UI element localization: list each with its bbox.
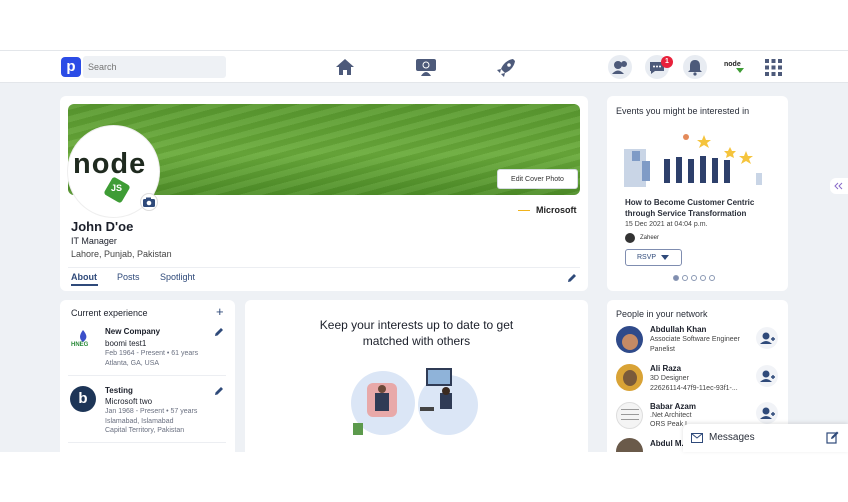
tab-about[interactable]: About — [71, 272, 97, 282]
mail-icon — [691, 433, 703, 443]
bell-icon — [688, 60, 702, 76]
app-logo[interactable]: p — [61, 57, 81, 77]
experience-role: Microsoft two — [105, 397, 153, 406]
experience-location: Atlanta, GA, USA — [105, 360, 160, 367]
active-tab-indicator — [71, 284, 98, 286]
event-date: 15 Dec 2021 at 04:04 p.m. — [625, 221, 708, 228]
experience-company: Testing — [105, 386, 133, 395]
tab-spotlight[interactable]: Spotlight — [160, 272, 195, 282]
add-experience-button[interactable]: + — [216, 304, 224, 319]
interests-message-line1: Keep your interests up to date to get — [319, 318, 514, 332]
interests-illustration — [351, 368, 478, 435]
person-title: .Net Architect — [650, 412, 692, 419]
chevron-left-icon — [834, 182, 843, 190]
add-person-icon — [760, 370, 775, 382]
person-subtitle: 22626114-47f9-11ec-93f1-... — [650, 385, 738, 392]
person-title: 3D Designer — [650, 375, 689, 382]
account-menu[interactable]: node — [722, 59, 750, 75]
events-heading: Events you might be interested in — [616, 106, 750, 116]
divider — [68, 442, 226, 443]
add-person-icon — [760, 332, 775, 344]
event-title-line1[interactable]: How to Become Customer Centric — [625, 198, 754, 207]
change-avatar-button[interactable] — [140, 193, 158, 211]
messages-bar[interactable]: Messages — [683, 424, 848, 452]
network-heading: People in your network — [616, 309, 708, 319]
person-title: Associate Software Engineer — [650, 336, 740, 343]
connect-button[interactable] — [756, 365, 778, 387]
company-logo-text: HNEG — [71, 342, 89, 348]
chevron-down-icon — [736, 68, 744, 73]
top-nav-bar: p 1 node — [0, 50, 848, 83]
experience-card — [60, 300, 235, 460]
event-banner[interactable] — [616, 121, 780, 195]
company-logo-mark — [518, 210, 530, 211]
notifications-button[interactable] — [683, 55, 707, 79]
connect-button[interactable] — [756, 402, 778, 424]
home-icon[interactable] — [334, 57, 356, 77]
people-icon — [612, 61, 627, 74]
experience-role: boomi test1 — [105, 339, 147, 348]
search-input[interactable] — [83, 56, 226, 78]
current-company: Microsoft — [536, 205, 577, 215]
divider — [68, 267, 580, 268]
experience-dates: Feb 1964 - Present • 61 years — [105, 350, 199, 357]
event-illustration — [624, 134, 762, 187]
compose-icon[interactable] — [826, 431, 839, 444]
event-host: Zaheer — [640, 235, 660, 241]
company-logo: b — [70, 386, 96, 412]
host-avatar — [625, 233, 635, 243]
flame-icon — [80, 330, 87, 342]
event-title-line2[interactable]: through Service Transformation — [625, 209, 746, 218]
person-subtitle: Panelist — [650, 346, 675, 353]
company-logo: HNEG — [70, 327, 96, 353]
person-name[interactable]: Abdullah Khan — [650, 325, 706, 334]
carousel-dot[interactable] — [709, 275, 715, 281]
tab-posts[interactable]: Posts — [117, 272, 140, 282]
profile-name: John D'oe — [71, 219, 134, 234]
person-name[interactable]: Ali Raza — [650, 364, 681, 373]
carousel-dot[interactable] — [700, 275, 706, 281]
apps-grid-icon[interactable] — [765, 59, 782, 76]
messages-label: Messages — [709, 432, 755, 443]
edit-profile-icon[interactable] — [567, 273, 577, 283]
edit-experience-icon[interactable] — [214, 327, 224, 337]
camera-icon — [143, 197, 155, 207]
avatar-logo-text: node — [73, 148, 147, 180]
add-person-icon — [760, 407, 775, 419]
rsvp-button[interactable]: RSVP — [625, 249, 682, 266]
profile-title: IT Manager — [71, 236, 117, 246]
person-avatar[interactable] — [616, 402, 643, 429]
rocket-icon[interactable] — [495, 57, 517, 77]
avatar-js-text: JS — [111, 183, 123, 193]
edit-cover-photo-button[interactable]: Edit Cover Photo — [497, 169, 578, 189]
experience-company: New Company — [105, 327, 161, 336]
person-name[interactable]: Babar Azam — [650, 402, 696, 411]
person-avatar[interactable] — [616, 364, 643, 391]
experience-location: Capital Territory, Pakistan — [105, 427, 185, 434]
carousel-dot[interactable] — [682, 275, 688, 281]
connect-button[interactable] — [756, 327, 778, 349]
community-icon[interactable] — [415, 57, 437, 77]
profile-location: Lahore, Punjab, Pakistan — [71, 249, 172, 259]
experience-heading: Current experience — [71, 308, 148, 318]
person-avatar[interactable] — [616, 326, 643, 353]
account-logo: node — [724, 61, 741, 68]
network-button[interactable] — [608, 55, 632, 79]
carousel-dot[interactable] — [691, 275, 697, 281]
bottom-margin — [0, 452, 848, 502]
edit-experience-icon[interactable] — [214, 386, 224, 396]
carousel-dot-active[interactable] — [673, 275, 679, 281]
side-panel-toggle[interactable] — [830, 178, 848, 194]
divider — [68, 375, 226, 376]
experience-dates: Jan 1968 - Present • 57 years — [105, 408, 198, 415]
rsvp-label: RSVP — [637, 254, 657, 261]
chevron-down-icon — [661, 255, 669, 260]
notification-badge: 1 — [661, 56, 673, 68]
interests-message-line2: matched with others — [362, 334, 471, 348]
experience-location: Islamabad, Islamabad — [105, 418, 174, 425]
